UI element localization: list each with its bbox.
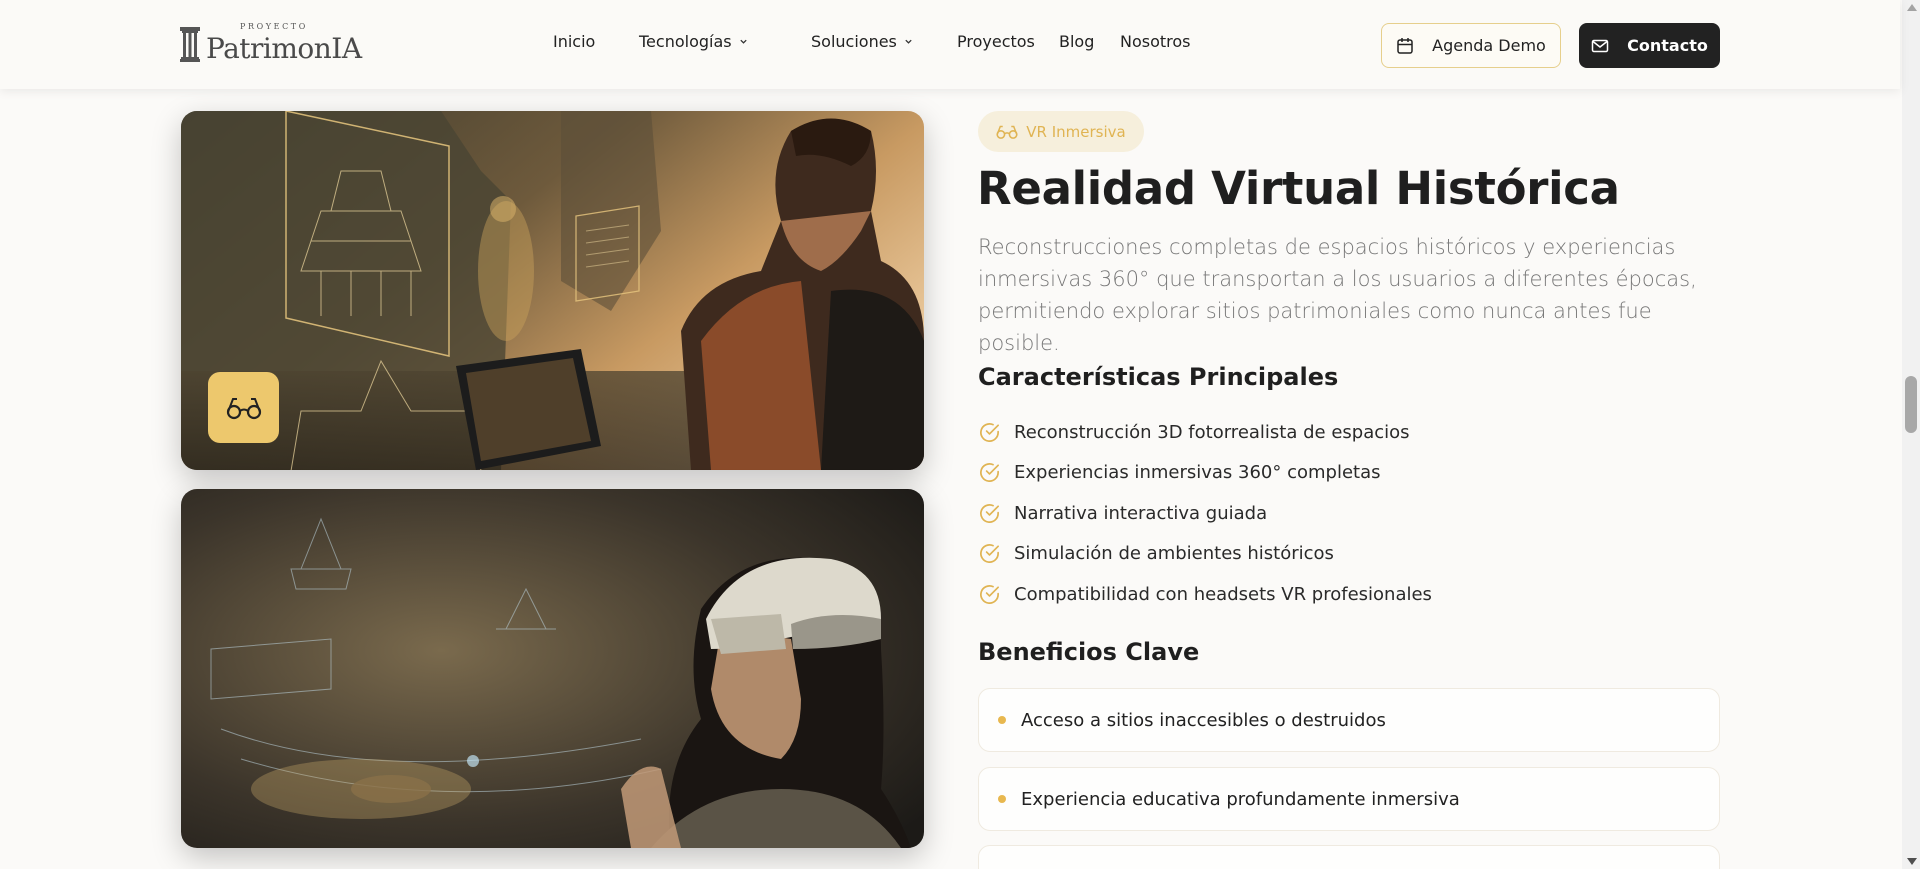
check-circle-icon xyxy=(980,422,999,442)
benefit-card: Experiencia educativa profundamente inme… xyxy=(978,767,1720,831)
nav-label: Soluciones xyxy=(811,32,897,51)
nav-proyectos[interactable]: Proyectos xyxy=(957,32,1035,51)
feature-item: Compatibilidad con headsets VR profesion… xyxy=(978,574,1432,615)
lead-paragraph: Reconstrucciones completas de espacios h… xyxy=(978,235,1697,355)
benefits-heading: Beneficios Clave xyxy=(978,638,1200,666)
vr-ruins-image xyxy=(181,111,924,470)
feature-label: Simulación de ambientes históricos xyxy=(1014,543,1334,565)
page-title: Realidad Virtual Histórica xyxy=(977,162,1620,215)
nav-label: Inicio xyxy=(553,32,596,51)
nav-label: Proyectos xyxy=(957,32,1035,51)
vr-inmersiva-tag: VR Inmersiva xyxy=(978,111,1144,152)
mail-icon xyxy=(1591,39,1609,52)
column-icon xyxy=(180,27,200,62)
bullet-dot xyxy=(998,795,1006,803)
nav-blog[interactable]: Blog xyxy=(1059,32,1094,51)
chevron-down-icon xyxy=(739,39,747,44)
feature-label: Reconstrucción 3D fotorrealista de espac… xyxy=(1014,421,1410,443)
nav-label: Blog xyxy=(1059,32,1095,51)
nav-nosotros[interactable]: Nosotros xyxy=(1120,32,1191,51)
feature-item: Reconstrucción 3D fotorrealista de espac… xyxy=(978,412,1432,453)
agenda-demo-label: Agenda Demo xyxy=(1432,36,1546,55)
check-circle-icon xyxy=(980,463,999,483)
feature-item: Narrativa interactiva guiada xyxy=(978,493,1432,534)
glasses-icon xyxy=(226,397,261,419)
check-circle-icon xyxy=(980,584,999,604)
logo-text: PROYECTO PatrimonIA xyxy=(206,21,362,65)
check-circle-icon xyxy=(980,544,999,564)
logo-wordmark: PatrimonIA xyxy=(206,31,362,65)
feature-label: Narrativa interactiva guiada xyxy=(1014,502,1268,524)
vr-glasses-badge xyxy=(208,372,279,443)
site-header: PROYECTO PatrimonIA Inicio Tecnologías S… xyxy=(0,0,1900,89)
benefit-card xyxy=(978,845,1720,869)
logo-tagline: PROYECTO xyxy=(240,21,308,31)
nav-inicio[interactable]: Inicio xyxy=(553,32,595,51)
nav-label: Tecnologías xyxy=(639,32,732,51)
feature-label: Experiencias inmersivas 360° completas xyxy=(1014,462,1381,484)
scroll-up-arrow-icon[interactable] xyxy=(1907,4,1917,11)
features-heading: Características Principales xyxy=(978,363,1339,391)
contacto-label: Contacto xyxy=(1627,36,1708,55)
check-circle-icon xyxy=(980,503,999,523)
ruins-ar-photo xyxy=(181,111,924,470)
nav-tecnologias[interactable]: Tecnologías xyxy=(639,32,748,51)
calendar-icon xyxy=(1397,37,1413,54)
contacto-button[interactable]: Contacto xyxy=(1579,23,1720,68)
nav-soluciones[interactable]: Soluciones xyxy=(811,32,913,51)
tag-label: VR Inmersiva xyxy=(1026,122,1126,141)
vr-headset-image xyxy=(181,489,924,848)
scroll-thumb[interactable] xyxy=(1905,376,1917,433)
bullet-dot xyxy=(998,716,1006,724)
vertical-scrollbar[interactable] xyxy=(1902,0,1920,869)
scroll-down-arrow-icon[interactable] xyxy=(1907,858,1917,865)
benefit-label: Experiencia educativa profundamente inme… xyxy=(1021,788,1460,810)
chevron-down-icon xyxy=(905,39,912,44)
nav-label: Nosotros xyxy=(1120,32,1191,51)
agenda-demo-button[interactable]: Agenda Demo xyxy=(1381,23,1561,68)
vr-headset-photo xyxy=(181,489,924,848)
benefit-card: Acceso a sitios inaccesibles o destruido… xyxy=(978,688,1720,752)
glasses-icon xyxy=(996,125,1018,139)
feature-item: Simulación de ambientes históricos xyxy=(978,534,1432,575)
features-list: Reconstrucción 3D fotorrealista de espac… xyxy=(978,412,1432,615)
feature-item: Experiencias inmersivas 360° completas xyxy=(978,453,1432,494)
logo[interactable]: PROYECTO PatrimonIA xyxy=(180,21,362,65)
benefit-label: Acceso a sitios inaccesibles o destruido… xyxy=(1021,709,1386,731)
feature-label: Compatibilidad con headsets VR profesion… xyxy=(1014,583,1432,605)
